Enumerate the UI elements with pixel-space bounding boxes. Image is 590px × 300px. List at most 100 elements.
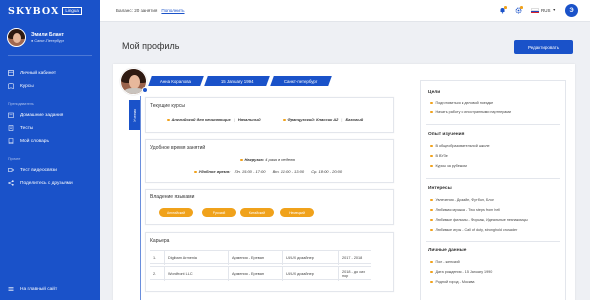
profile-city-bar: Санкт-петербург xyxy=(270,76,332,86)
sidebar-item-video-test[interactable]: Тест видеосвязи xyxy=(0,164,100,177)
list-item: Любимая музыка - Two steps from hell xyxy=(430,208,500,212)
sidebar-item-label: Личный кабинет xyxy=(20,70,57,76)
bullet-icon xyxy=(430,218,433,222)
place-cell: Армения - Ереван xyxy=(228,251,282,265)
profile-name: Эмили Блант xyxy=(31,31,64,38)
list-item: Дата рождения - 15 January 1990 xyxy=(430,270,492,274)
bullet-icon xyxy=(430,164,433,168)
company-cell: Wordfront LLC xyxy=(164,267,228,281)
list-item: Пол - женский xyxy=(430,260,460,264)
bullet-icon xyxy=(240,158,243,162)
user-menu-avatar[interactable]: Э xyxy=(565,4,578,17)
profile-city: ● Санкт-Петербург xyxy=(31,38,65,43)
bullet-icon xyxy=(430,270,433,274)
language-pill[interactable]: Китайский xyxy=(240,208,274,217)
bullet-icon xyxy=(430,260,433,264)
role-cell: UI/UX дизайнер xyxy=(282,251,338,265)
interest-text: Увлечения - Дизайн, Футбол, Блог xyxy=(435,198,494,202)
online-status-icon xyxy=(142,87,148,93)
list-item: Подготовиться к деловой поездке xyxy=(430,101,493,105)
chevron-down-icon: ▼ xyxy=(552,8,556,13)
bullet-icon xyxy=(167,118,170,122)
homework-icon xyxy=(8,112,14,118)
sidebar-item-label: На главный сайт xyxy=(20,286,58,292)
russia-flag-icon xyxy=(531,7,540,14)
sidebar-item-main-site[interactable]: На главный сайт xyxy=(0,282,100,296)
dictionary-icon xyxy=(8,138,14,144)
sidebar-section-label: Преподаватель xyxy=(8,101,34,106)
company-cell: Digibam Armenia xyxy=(164,251,228,265)
timeline-line xyxy=(140,96,141,300)
edit-profile-button[interactable]: Редактировать xyxy=(514,40,573,54)
languages-card: Владение языками xyxy=(145,189,394,225)
list-item: Родной город - Москва xyxy=(430,280,474,284)
sidebar-divider xyxy=(8,55,92,56)
sidebar-item-label: Поделитесь с друзьями xyxy=(20,180,73,186)
load-label: Нагрузка: xyxy=(244,157,265,162)
schedule-title: Удобное время занятий xyxy=(150,145,206,151)
profile-city-value: Санкт-петербург xyxy=(284,78,318,84)
topbar: Баланс: 20 занятия Пополнить RUS ▼ Э xyxy=(100,0,590,22)
gear-icon[interactable] xyxy=(515,6,524,14)
status-tab-label: Ученик xyxy=(132,108,138,122)
logo[interactable]: SKYBOX Lingua xyxy=(0,0,100,22)
language-pill[interactable]: Английский xyxy=(159,208,193,217)
course-item[interactable]: Французский: Классик А2 | Базовый xyxy=(283,117,363,122)
goal-text: Подготовиться к деловой поездке xyxy=(435,101,494,105)
language-pill[interactable]: Русский xyxy=(202,208,236,217)
bullet-icon xyxy=(194,170,197,174)
sidebar-item-label: Тест видеосвязи xyxy=(20,167,57,173)
time-slot: Пн. 15:00 - 17:00 xyxy=(234,169,266,174)
language-pill[interactable]: Немецкий xyxy=(280,208,314,217)
bullet-icon xyxy=(430,101,433,105)
list-item: Любимые игры - Call of duty, stronghold … xyxy=(430,228,517,232)
courses-title: Текущие курсы xyxy=(150,103,185,109)
language-label: RUS xyxy=(541,7,551,13)
language-select[interactable]: RUS ▼ xyxy=(531,7,556,14)
course-name: Французский: Классик А2 xyxy=(287,117,339,122)
sidebar-item-share[interactable]: Поделитесь с друзьями xyxy=(0,177,100,190)
sidebar-section-label: Прочее xyxy=(8,156,21,161)
sidebar-item-homework[interactable]: Домашние задания xyxy=(0,109,100,122)
bullet-icon xyxy=(430,280,433,284)
share-icon xyxy=(8,180,14,186)
video-icon xyxy=(8,167,14,173)
topup-link[interactable]: Пополнить xyxy=(161,8,184,13)
years-cell: 2017 - 2018 xyxy=(338,251,371,265)
personal-text: Пол - женский xyxy=(435,260,460,264)
list-item: Начать работу с иностранными партнерами xyxy=(430,110,511,114)
interests-title: Интересы xyxy=(428,186,452,191)
sidebar-item-tests[interactable]: Тесты xyxy=(0,122,100,135)
goal-text: Начать работу с иностранными партнерами xyxy=(435,110,511,114)
load-value: 4 раза в неделю xyxy=(265,157,296,162)
interest-text: Любимая музыка - Two steps from hell xyxy=(435,208,501,212)
sidebar-item-courses[interactable]: Курсы xyxy=(0,80,100,93)
sidebar-item-dashboard[interactable]: Личный кабинет xyxy=(0,67,100,80)
list-item: В ВУЗе xyxy=(430,154,448,158)
goals-title: Цели xyxy=(428,90,441,95)
row-number: 1. xyxy=(153,256,157,260)
course-level: Базовый xyxy=(345,117,364,122)
section-divider xyxy=(426,124,560,125)
balance-text: Баланс: 20 занятия xyxy=(116,8,158,13)
interest-text: Любимые фильмы - Форсаж, Идеальные незна… xyxy=(435,218,528,222)
sidebar-item-dictionary[interactable]: Мой словарь xyxy=(0,135,100,148)
sidebar-profile[interactable]: Эмили Блант ● Санкт-Петербург xyxy=(0,22,100,52)
interest-text: Любимые игры - Call of duty, stronghold … xyxy=(435,228,518,232)
years-cell: 2018 - до сих пор xyxy=(338,267,371,281)
sidebar-item-label: Мой словарь xyxy=(20,138,49,144)
bullet-icon xyxy=(430,198,433,202)
menu-icon xyxy=(8,286,14,292)
experience-text: В общеобразовательной школе xyxy=(435,144,490,148)
career-title: Карьера xyxy=(150,238,170,244)
schedule-times: Удобное время: Пн. 15:00 - 17:00 Вт. 11:… xyxy=(194,169,342,174)
avatar xyxy=(7,27,26,47)
status-tab[interactable]: Ученик xyxy=(129,100,140,130)
bullet-icon xyxy=(283,118,286,122)
sidebar-item-label: Курсы xyxy=(20,83,34,89)
dashboard-icon xyxy=(8,70,14,76)
notification-icon[interactable] xyxy=(499,6,508,14)
time-slot: Вт. 11:00 - 13:00 xyxy=(272,169,305,174)
bullet-icon xyxy=(430,154,433,158)
course-item[interactable]: Английский для начинающих | Начальный xyxy=(167,117,261,122)
